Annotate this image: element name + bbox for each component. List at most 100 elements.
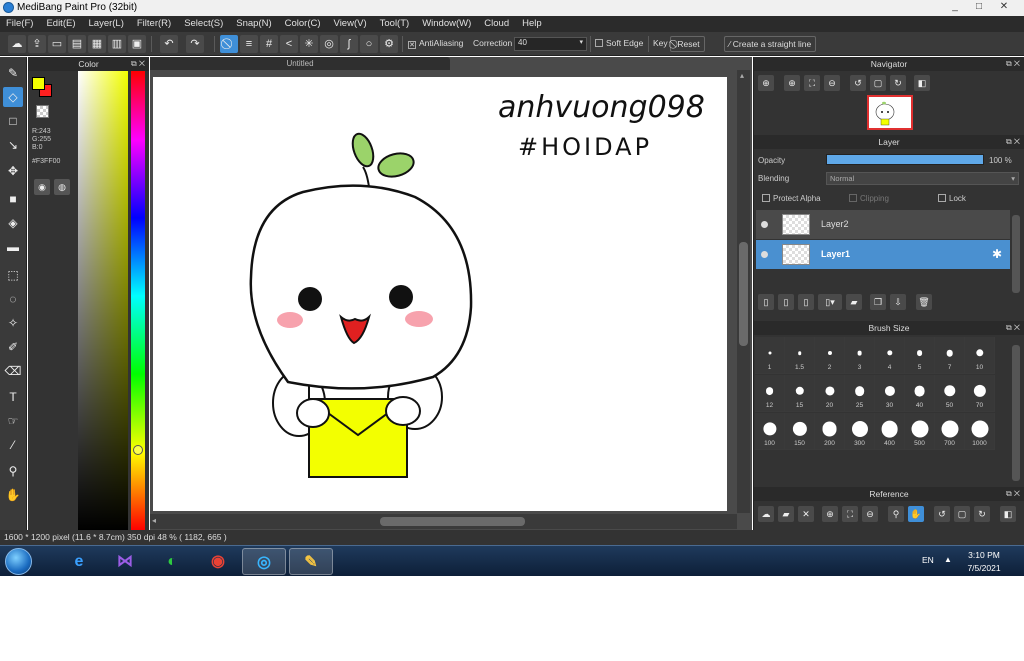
- clock-time[interactable]: 3:10 PM: [964, 550, 1004, 560]
- eraser-tool-icon[interactable]: ◇: [3, 87, 23, 107]
- protect-alpha-checkbox[interactable]: Protect Alpha: [762, 194, 821, 203]
- straight-line-button[interactable]: ⁄ Create a straight line: [724, 36, 817, 52]
- actual-size-icon[interactable]: ⛶: [804, 75, 820, 91]
- eyedropper-tool-icon[interactable]: ⚲: [3, 461, 23, 481]
- actual-size-icon[interactable]: ⛶: [842, 506, 858, 522]
- panel-controls-icon[interactable]: ⧉ ✕: [131, 57, 145, 71]
- brush-size-option[interactable]: 200: [815, 413, 845, 450]
- brush-size-option[interactable]: 10: [965, 337, 995, 374]
- parallel-snap-icon[interactable]: ≡: [240, 35, 258, 53]
- snap-settings-icon[interactable]: ⚙: [380, 35, 398, 53]
- panel-controls-icon[interactable]: ⧉ ✕: [1006, 321, 1020, 335]
- menu-tool[interactable]: Tool(T): [380, 16, 410, 32]
- palette-icon[interactable]: ◉: [34, 179, 50, 195]
- radial-snap-icon[interactable]: ✳: [300, 35, 318, 53]
- transparent-color-swatch[interactable]: [36, 105, 49, 118]
- brush-size-option[interactable]: 15: [785, 375, 815, 412]
- rotate-left-icon[interactable]: ↺: [934, 506, 950, 522]
- zoom-fit-icon[interactable]: ⊕: [758, 75, 774, 91]
- brush-size-option[interactable]: 2: [815, 337, 845, 374]
- clipping-checkbox[interactable]: Clipping: [849, 194, 889, 203]
- comment-icon[interactable]: ▭: [48, 35, 66, 53]
- curve-snap-icon[interactable]: ʃ: [340, 35, 358, 53]
- blending-select[interactable]: Normal ▾: [826, 172, 1019, 185]
- select-eraser-icon[interactable]: ⌫: [3, 361, 23, 381]
- navigator-preview[interactable]: [867, 95, 913, 130]
- clock-date[interactable]: 7/5/2021: [964, 563, 1004, 573]
- brush-tool-icon[interactable]: ✎: [3, 63, 23, 83]
- menu-filter[interactable]: Filter(R): [137, 16, 171, 32]
- reset-button[interactable]: ⃠ Reset: [670, 36, 705, 52]
- brush-size-option[interactable]: 3: [845, 337, 875, 374]
- visual-studio-icon[interactable]: ⋈: [103, 548, 147, 575]
- panel-controls-icon[interactable]: ⧉ ✕: [1006, 487, 1020, 501]
- divide-tool-icon[interactable]: ⁄: [3, 435, 23, 455]
- brush-size-scrollbar[interactable]: [1012, 345, 1020, 481]
- scroll-left-icon[interactable]: ◂: [152, 516, 156, 525]
- delete-layer-icon[interactable]: 🗑: [916, 294, 932, 310]
- panels-icon[interactable]: ▣: [128, 35, 146, 53]
- upload-reference-icon[interactable]: ☁: [758, 506, 774, 522]
- rotate-left-icon[interactable]: ↺: [850, 75, 866, 91]
- blur-tool-icon[interactable]: ↘: [3, 135, 23, 155]
- vertical-scroll-thumb[interactable]: [739, 242, 748, 346]
- internet-explorer-icon[interactable]: e: [57, 548, 101, 575]
- flip-icon[interactable]: ◧: [1000, 506, 1016, 522]
- menu-help[interactable]: Help: [522, 16, 542, 32]
- drawing-canvas[interactable]: anhvuong098 #HOIDAP: [153, 77, 727, 511]
- scroll-up-icon[interactable]: ▴: [740, 71, 744, 80]
- folder-icon[interactable]: ▰: [846, 294, 862, 310]
- zoom-out-icon[interactable]: ⊖: [862, 506, 878, 522]
- fit-window-icon[interactable]: ▢: [870, 75, 886, 91]
- gradient-tool-icon[interactable]: ▬: [3, 237, 23, 257]
- rotate-right-icon[interactable]: ↻: [890, 75, 906, 91]
- menu-view[interactable]: View(V): [334, 16, 367, 32]
- brush-size-option[interactable]: 70: [965, 375, 995, 412]
- zoom-in-icon[interactable]: ⊕: [784, 75, 800, 91]
- medibang-task-icon[interactable]: ◎: [242, 548, 286, 575]
- storyboard-icon[interactable]: ▥: [108, 35, 126, 53]
- operation-tool-icon[interactable]: ☞: [3, 411, 23, 431]
- hand-tool-icon[interactable]: ✋: [3, 485, 23, 505]
- zoom-in-icon[interactable]: ⊕: [822, 506, 838, 522]
- canvas-tab[interactable]: Untitled: [150, 57, 450, 70]
- menu-window[interactable]: Window(W): [422, 16, 471, 32]
- coccoc-browser-icon[interactable]: ◐: [150, 548, 194, 575]
- foreground-color-swatch[interactable]: [32, 77, 45, 90]
- layer-row-layer1[interactable]: Layer1 ✱: [756, 240, 1010, 269]
- chat-icon[interactable]: ▤: [68, 35, 86, 53]
- saturation-value-picker[interactable]: [78, 71, 128, 530]
- zoom-out-icon[interactable]: ⊖: [824, 75, 840, 91]
- antialiasing-checkbox[interactable]: ✕ AntiAliasing: [408, 38, 463, 49]
- add-layer-menu-icon[interactable]: ▯▾: [818, 294, 842, 310]
- brush-size-option[interactable]: 150: [785, 413, 815, 450]
- soft-edge-checkbox[interactable]: Soft Edge: [595, 38, 643, 48]
- language-indicator[interactable]: EN: [922, 555, 934, 565]
- brush-size-option[interactable]: 1: [755, 337, 785, 374]
- brush-size-option[interactable]: 4: [875, 337, 905, 374]
- bucket-tool-icon[interactable]: ◈: [3, 213, 23, 233]
- eyedropper-icon[interactable]: ⚲: [888, 506, 904, 522]
- document-icon[interactable]: ▦: [88, 35, 106, 53]
- brush-size-option[interactable]: 1000: [965, 413, 995, 450]
- brush-size-option[interactable]: 40: [905, 375, 935, 412]
- layer-row-layer2[interactable]: Layer2: [756, 210, 1010, 239]
- flip-icon[interactable]: ◧: [914, 75, 930, 91]
- visibility-eye-icon[interactable]: [761, 251, 768, 258]
- brush-size-option[interactable]: 400: [875, 413, 905, 450]
- lasso-tool-icon[interactable]: ◌: [3, 289, 23, 309]
- tray-arrow-icon[interactable]: ▲: [944, 555, 952, 564]
- brush-size-option[interactable]: 300: [845, 413, 875, 450]
- hue-slider[interactable]: [131, 71, 145, 530]
- layer-scrollbar[interactable]: [1012, 215, 1020, 293]
- brush-size-option[interactable]: 700: [935, 413, 965, 450]
- menu-file[interactable]: File(F): [6, 16, 33, 32]
- hand-icon[interactable]: ✋: [908, 506, 924, 522]
- snap-off-icon[interactable]: ⃠: [220, 35, 238, 53]
- select-pen-icon[interactable]: ✐: [3, 337, 23, 357]
- dot-tool-icon[interactable]: □: [3, 111, 23, 131]
- opacity-slider[interactable]: [826, 154, 984, 165]
- grid-snap-icon[interactable]: #: [260, 35, 278, 53]
- select-tool-icon[interactable]: ⬚: [3, 265, 23, 285]
- menu-snap[interactable]: Snap(N): [236, 16, 271, 32]
